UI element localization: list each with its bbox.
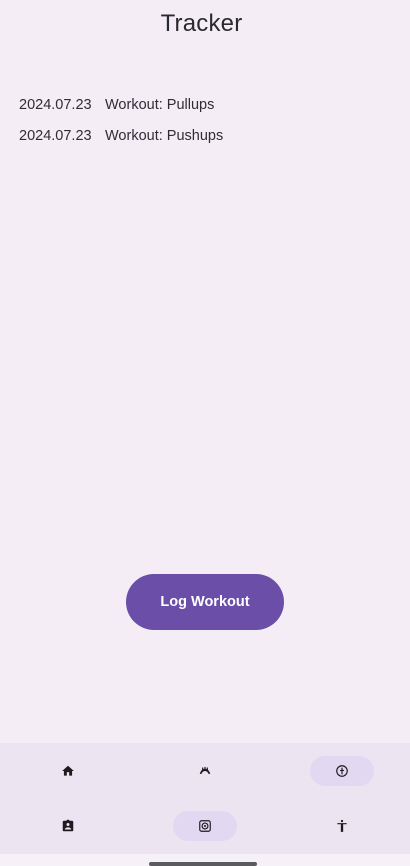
info-icon: [335, 764, 348, 777]
nav-row-bottom: [0, 798, 410, 853]
nav-pill-active: [173, 810, 237, 841]
log-date: 2024.07.23: [19, 96, 92, 113]
log-entry: Workout: Pushups: [105, 128, 224, 145]
nav-pill-active: [309, 755, 374, 786]
nav-item-home[interactable]: [0, 743, 137, 798]
nav-item-goals[interactable]: [137, 798, 274, 853]
list-item[interactable]: 2024.07.23 Workout: Pushups: [19, 121, 223, 153]
assignment-ind-icon: [63, 819, 74, 831]
page-title: Tracker: [160, 10, 243, 37]
nav-item-profile[interactable]: [0, 798, 137, 853]
nav-item-workouts[interactable]: [137, 743, 274, 798]
accessibility-icon: [337, 819, 347, 832]
nav-row-top: [0, 743, 410, 798]
home-indicator[interactable]: [149, 862, 257, 866]
log-entry: Workout: Pullups: [105, 96, 215, 113]
bottom-navigation: [0, 743, 410, 854]
workout-log-list: 2024.07.23 Workout: Pullups 2024.07.23 W…: [19, 89, 223, 152]
nav-item-accessibility[interactable]: [273, 798, 410, 853]
nav-item-info[interactable]: [273, 743, 410, 798]
log-workout-button[interactable]: Log Workout: [126, 574, 284, 630]
nav-pill: [310, 811, 374, 841]
dumbbell-icon: [199, 766, 211, 774]
nav-pill: [173, 756, 237, 786]
home-icon: [62, 765, 75, 776]
nav-pill: [36, 756, 100, 786]
log-date: 2024.07.23: [19, 128, 92, 145]
list-item[interactable]: 2024.07.23 Workout: Pullups: [19, 89, 223, 121]
nav-pill: [36, 811, 100, 841]
target-icon: [199, 819, 211, 832]
